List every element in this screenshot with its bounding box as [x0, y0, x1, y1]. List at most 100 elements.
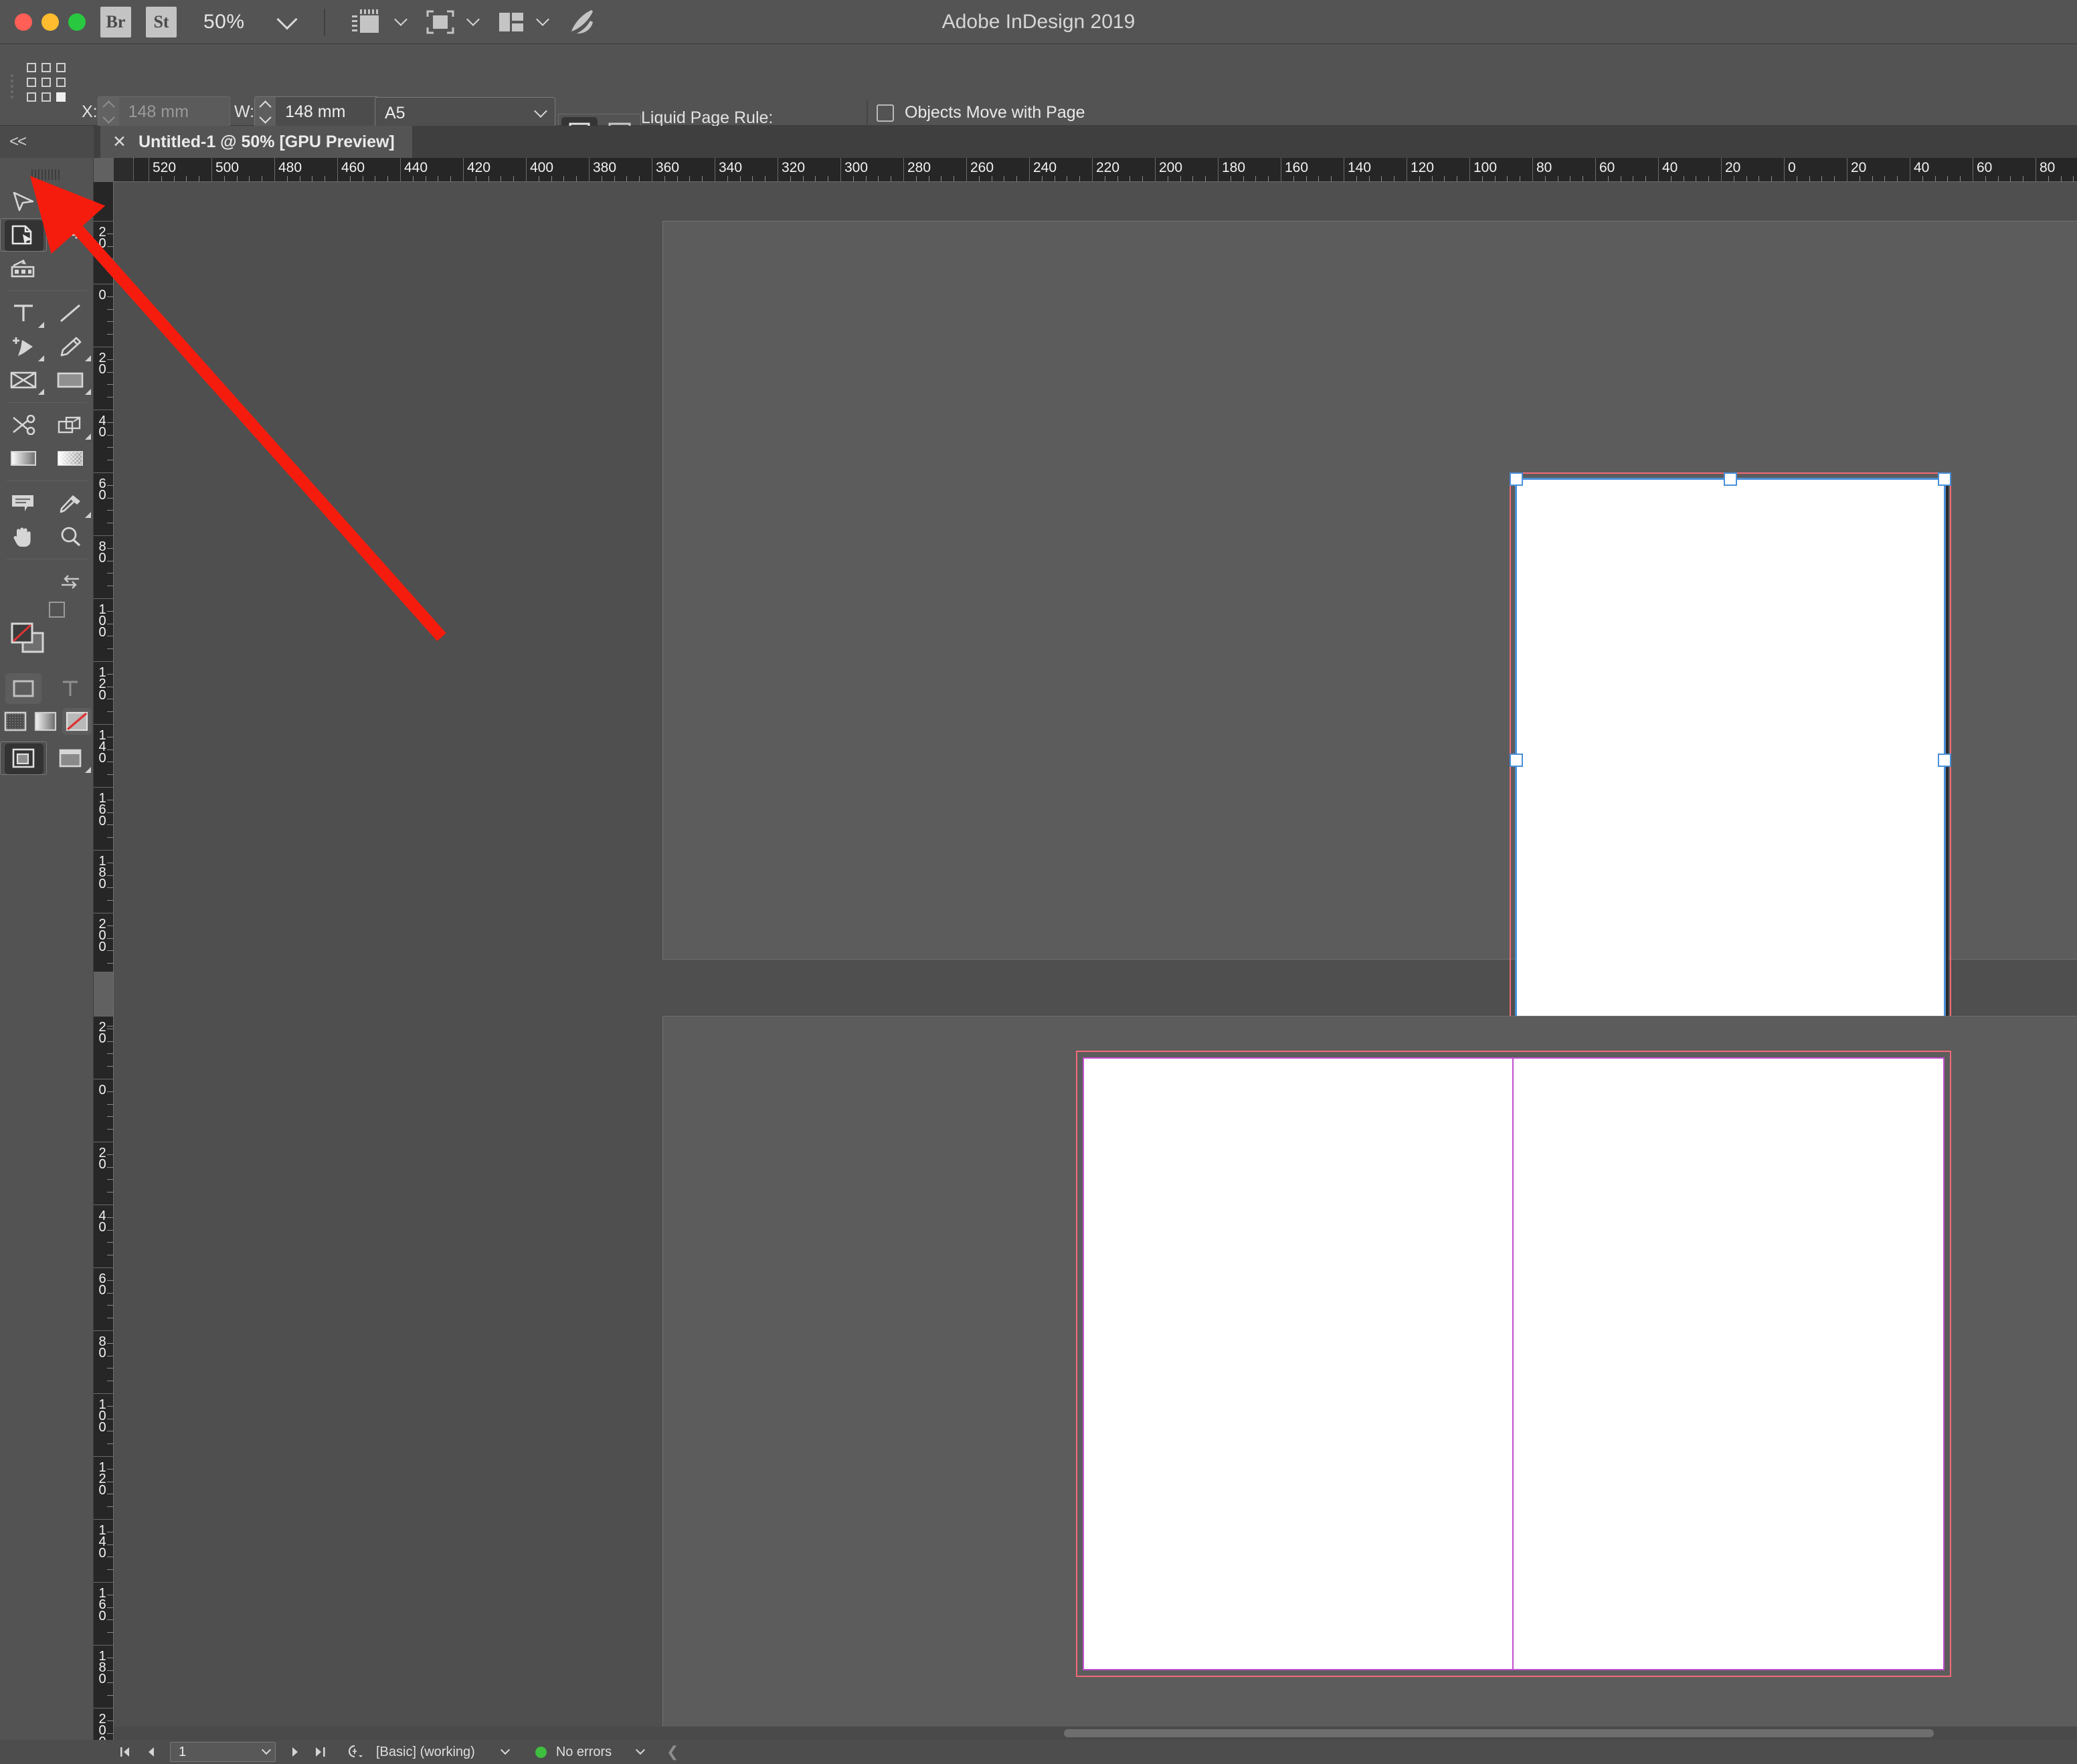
tools-panel-grip[interactable]: [0, 165, 93, 185]
ruler-minor-tick: [2060, 176, 2062, 181]
frame-tool[interactable]: [0, 363, 47, 397]
gradient-feather-tool[interactable]: [47, 442, 94, 475]
last-page-button[interactable]: [308, 1742, 333, 1762]
ruler-origin-corner[interactable]: [94, 158, 114, 182]
x-stepper[interactable]: [97, 96, 119, 127]
page-1-selection-frame[interactable]: [1515, 478, 1946, 1043]
ruler-label: 0: [95, 1083, 110, 1094]
page-number-select[interactable]: 1: [170, 1742, 276, 1762]
formatting-affects-text-button[interactable]: [47, 672, 94, 705]
selection-tool[interactable]: [0, 185, 47, 218]
ruler-minor-tick: [1607, 176, 1609, 181]
selection-handle-top-left[interactable]: [1510, 472, 1523, 486]
default-fill-stroke-button[interactable]: [48, 601, 67, 623]
ruler-label: 20: [95, 225, 110, 248]
next-page-button[interactable]: [282, 1742, 308, 1762]
pen-tool[interactable]: [0, 330, 47, 363]
selection-handle-middle-right[interactable]: [1938, 754, 1951, 767]
preflight-dropdown[interactable]: [628, 1742, 653, 1762]
ruler-major-tick: [94, 1330, 113, 1331]
apply-gradient-button[interactable]: [32, 708, 59, 735]
horizontal-scrollbar[interactable]: [114, 1727, 2077, 1740]
first-page-button[interactable]: [112, 1742, 138, 1762]
gradient-feather-icon: [58, 451, 83, 466]
ruler-minor-tick: [107, 875, 113, 876]
master-page-indicator[interactable]: [341, 1742, 367, 1762]
reference-point-proxy-icon[interactable]: [27, 63, 68, 104]
minimize-window-button[interactable]: [41, 13, 59, 31]
content-collector-tool[interactable]: [0, 252, 47, 285]
workspace-switcher-button[interactable]: [567, 7, 597, 37]
ruler-minor-tick: [1142, 176, 1144, 181]
apply-color-button[interactable]: [2, 708, 29, 735]
free-transform-tool[interactable]: [47, 408, 94, 442]
stock-button[interactable]: St: [146, 6, 177, 37]
bridge-button[interactable]: Br: [100, 6, 131, 37]
ruler-minor-tick: [1507, 176, 1508, 181]
pencil-tool[interactable]: [47, 330, 94, 363]
arrange-dropdown[interactable]: [535, 12, 549, 26]
hand-tool[interactable]: [0, 520, 47, 553]
eyedropper-tool[interactable]: [47, 487, 94, 520]
ruler-minor-tick: [107, 296, 113, 297]
ruler-minor-tick: [107, 887, 113, 889]
zoom-level-label[interactable]: 50%: [203, 11, 245, 33]
line-tool[interactable]: [47, 296, 94, 330]
document-tab[interactable]: ✕ Untitled-1 @ 50% [GPU Preview]: [100, 126, 412, 158]
x-field[interactable]: 148 mm: [118, 96, 230, 127]
note-tool[interactable]: [0, 487, 47, 520]
zoom-dropdown-button[interactable]: [276, 0, 298, 43]
ruler-minor-tick: [107, 359, 113, 360]
master-page-dropdown[interactable]: [492, 1742, 518, 1762]
ruler-minor-tick: [614, 176, 615, 181]
apply-none-button[interactable]: [62, 708, 92, 735]
ruler-minor-tick: [1016, 176, 1018, 181]
selection-handle-top-center[interactable]: [1724, 472, 1737, 486]
ruler-minor-tick: [2048, 176, 2049, 181]
ruler-label: 160: [95, 791, 110, 825]
panel-grip[interactable]: [9, 74, 15, 104]
gap-tool[interactable]: [47, 218, 94, 252]
page-size-select[interactable]: A5: [375, 97, 555, 129]
gradient-swatch-tool[interactable]: [0, 442, 47, 475]
formatting-affects-container-button[interactable]: [0, 672, 47, 705]
screen-mode-button[interactable]: [349, 7, 408, 37]
tool-flyout-indicator: [85, 389, 91, 395]
close-window-button[interactable]: [15, 13, 32, 31]
horizontal-ruler[interactable]: 520 500 480 460 440 420 400 380 360 340 320 300 280 2…: [114, 158, 2077, 182]
ruler-minor-tick: [107, 308, 113, 310]
panel-collapse-button[interactable]: <<: [0, 126, 94, 158]
previous-page-button[interactable]: [138, 1742, 163, 1762]
ruler-minor-tick: [1205, 176, 1206, 181]
objects-move-with-page-checkbox[interactable]: Objects Move with Page: [877, 103, 1085, 122]
scissors-tool-icon: [13, 415, 35, 435]
rectangle-tool[interactable]: [47, 363, 94, 397]
divider: [7, 290, 87, 291]
direct-selection-tool[interactable]: [47, 185, 94, 218]
selection-handle-top-right[interactable]: [1938, 472, 1951, 486]
ruler-label: 80: [95, 1334, 110, 1357]
vertical-ruler[interactable]: 2002040608010012014016018020022020020406…: [94, 182, 114, 1740]
selection-handle-middle-left[interactable]: [1510, 754, 1523, 767]
scissors-tool[interactable]: [0, 408, 47, 442]
page-tool[interactable]: [0, 218, 47, 252]
fill-stroke-swatch[interactable]: [9, 621, 50, 658]
status-bar-resize-grip[interactable]: ❮: [660, 1742, 685, 1762]
zoom-tool[interactable]: [47, 520, 94, 553]
close-icon[interactable]: ✕: [112, 133, 126, 151]
screen-mode-dropdown[interactable]: [393, 12, 408, 26]
maximize-window-button[interactable]: [68, 13, 86, 31]
preview-view-mode-button[interactable]: [47, 741, 94, 775]
scrollbar-thumb[interactable]: [1064, 1729, 1934, 1737]
arrange-documents-button[interactable]: [498, 10, 549, 34]
swap-fill-stroke-button[interactable]: [47, 565, 94, 598]
document-tab-title: Untitled-1 @ 50% [GPU Preview]: [138, 132, 395, 151]
document-canvas[interactable]: [114, 182, 2077, 1740]
type-tool[interactable]: [0, 296, 47, 330]
w-field[interactable]: 148 mm: [276, 96, 379, 127]
ruler-minor-tick: [107, 1104, 113, 1105]
w-stepper[interactable]: [254, 96, 276, 127]
view-options-button[interactable]: [426, 9, 480, 35]
normal-view-mode-button[interactable]: [0, 741, 47, 775]
view-options-dropdown[interactable]: [466, 12, 480, 26]
